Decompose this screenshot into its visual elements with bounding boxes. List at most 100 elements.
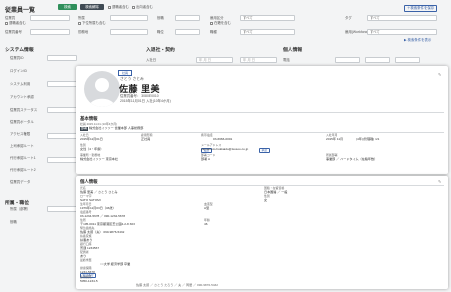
- filter-dept-label: 所属: [78, 16, 85, 20]
- tab-clear[interactable]: 検索解除: [80, 4, 104, 10]
- bottom-note: 佐藤 太郎 ／ さとう たろう ／ 夫 ／ 同居 ／ 090-9876-5432: [136, 283, 218, 287]
- grid-value: 部署 A: [201, 157, 211, 161]
- grid-value: 正社員: [141, 137, 151, 141]
- system-field[interactable]: [47, 55, 77, 61]
- more-conditions-link[interactable]: ▶ 検索条件を表示: [404, 38, 431, 42]
- tab-search[interactable]: 検索: [58, 4, 77, 10]
- org-row: 所属（部署）: [10, 207, 31, 211]
- employee-input[interactable]: [30, 15, 70, 21]
- filter-emptype-check[interactable]: 在籍を含む: [210, 21, 231, 25]
- org-title: 所属・職位: [5, 201, 29, 206]
- grid-extra: (4年)(管理職) 1/1: [356, 137, 380, 141]
- dept-input[interactable]: [110, 15, 148, 21]
- system-field[interactable]: [47, 133, 77, 139]
- checkbox-icon: [210, 21, 213, 25]
- filter-tag-label: タグ: [345, 16, 352, 20]
- filter-employee-check[interactable]: 退職者含む: [5, 21, 26, 25]
- grid-value: 2015年 11月: [326, 137, 344, 141]
- grid-value: 株式会社イソソー 東京本社: [80, 157, 118, 161]
- save-condition-label: 検索条件を保存: [410, 6, 435, 10]
- filter-employee-sub: 退職者含む: [9, 21, 26, 25]
- divider: [80, 185, 444, 186]
- hire-date-from[interactable]: 年 月 日: [196, 57, 233, 63]
- save-condition-button[interactable]: ＋検索条件を保存: [404, 5, 438, 12]
- grid-value: 2015年11月01日: [80, 137, 103, 141]
- person-icon: [89, 78, 115, 107]
- jobtype-select[interactable]: すべて: [240, 29, 295, 35]
- badge-approve: 承認: [259, 148, 270, 154]
- employee-number: 従業員番号： 3080E0010: [120, 94, 159, 98]
- phone-field-3[interactable]: [395, 57, 420, 63]
- org-field[interactable]: [47, 206, 77, 212]
- system-row: 従業員ID: [10, 56, 24, 60]
- system-info-list: 従業員ID ログインID システム利用 アカウント承認 従業員ステータス 従業員…: [5, 53, 75, 193]
- filter-workforce-label: 雇用(Workforce): [345, 30, 370, 34]
- filter-jobtype-label: 職種: [210, 30, 217, 34]
- system-info-title: システム情報: [5, 48, 34, 53]
- contract-title: 入退社・契約: [146, 48, 175, 53]
- phone-label: 電話: [283, 58, 290, 62]
- profile-card: 社員 さとう さとみ 佐藤 里美 従業員番号： 3080E0010 2015年1…: [76, 66, 448, 174]
- checkbox-icon: [78, 21, 81, 25]
- empno-input[interactable]: [30, 29, 70, 35]
- system-field[interactable]: [47, 81, 77, 87]
- system-row: 上司承認ルート: [10, 144, 34, 148]
- post-input[interactable]: [175, 15, 200, 21]
- grade-input[interactable]: [175, 29, 200, 35]
- personal-key: 最終学歴: [80, 258, 92, 262]
- checkbox-icon: [108, 5, 111, 9]
- system-row: 従業員ステータス: [10, 108, 38, 112]
- check-seconded-label: 出向者含む: [136, 5, 153, 9]
- phone-field-1[interactable]: [335, 57, 360, 63]
- edit-icon[interactable]: ✎: [438, 72, 441, 77]
- grid-value: 03-6666-0001: [213, 137, 233, 141]
- check-retired[interactable]: 退職者含む: [108, 5, 129, 9]
- system-row: アカウント承認: [10, 95, 34, 99]
- location-input[interactable]: [110, 29, 148, 35]
- grid-value: 事業部 ／ ハードタイム（在籍年数）: [326, 157, 378, 161]
- check-retired-label: 退職者含む: [112, 5, 129, 9]
- hire-date-to[interactable]: 年 月 日: [240, 57, 277, 63]
- personal-value: ○○大学 経済学部 卒業: [100, 262, 131, 266]
- hire-info: 2015年11月01日 入社(10年4か月): [120, 99, 171, 103]
- org-row: 役職: [10, 220, 17, 224]
- personal-value: 5050-1234-5: [80, 279, 98, 283]
- check-seconded[interactable]: 出向者含む: [132, 5, 153, 9]
- system-row: 従業員ポータル: [10, 120, 34, 124]
- system-row: システム利用: [10, 82, 31, 86]
- system-row: 従業員データ: [10, 180, 31, 184]
- avatar: [84, 71, 120, 107]
- tag-select[interactable]: すべて: [367, 15, 437, 21]
- filter-emptype-label: 雇用区分: [210, 16, 224, 20]
- personal-value: A型: [204, 206, 210, 210]
- checkbox-icon: [5, 21, 8, 25]
- filter-grade-label: 職位: [157, 30, 164, 34]
- filter-employee-label: 従業員: [5, 16, 16, 20]
- personal-card: 個人情報 ✎ 氏名 佐藤 里美 ／ さとう さとみ ローマ字 SATO SATO…: [76, 176, 448, 289]
- phone-field-2[interactable]: [365, 57, 390, 63]
- dept-badge: 部署: [80, 126, 89, 131]
- workforce-select[interactable]: すべて: [367, 29, 437, 35]
- system-field[interactable]: [47, 157, 77, 163]
- page-title: 従業員一覧: [5, 8, 36, 14]
- filter-dept-check[interactable]: 下位所属も含む: [78, 21, 106, 25]
- emptype-select[interactable]: すべて: [240, 15, 295, 21]
- checkbox-icon: [132, 5, 135, 9]
- grid-value: 女性（4・年齢）: [80, 147, 104, 151]
- filter-empno-label: 従業員番号: [5, 30, 22, 34]
- approve-badge: 承認: [259, 138, 270, 156]
- dept-name: 株式会社イソソー 営業本部 人事総務部: [89, 126, 144, 130]
- grid-key: 携帯電話: [201, 133, 213, 137]
- edit-icon[interactable]: ✎: [438, 179, 441, 184]
- system-row: ログインID: [10, 69, 27, 73]
- system-field[interactable]: [47, 107, 77, 113]
- divider: [80, 112, 444, 113]
- grid-value: yamamoto.hokkaido@isosoo.co.jp: [201, 147, 249, 151]
- divider: [80, 132, 444, 133]
- personal-panel-title: 個人情報: [283, 48, 303, 53]
- role-badge: 社員: [118, 70, 133, 76]
- hire-date-label: 入社日: [146, 58, 157, 62]
- personal-value: 46: [204, 222, 208, 226]
- system-row: 代行承認ルート2: [10, 168, 36, 172]
- personal-value: 女: [264, 198, 268, 202]
